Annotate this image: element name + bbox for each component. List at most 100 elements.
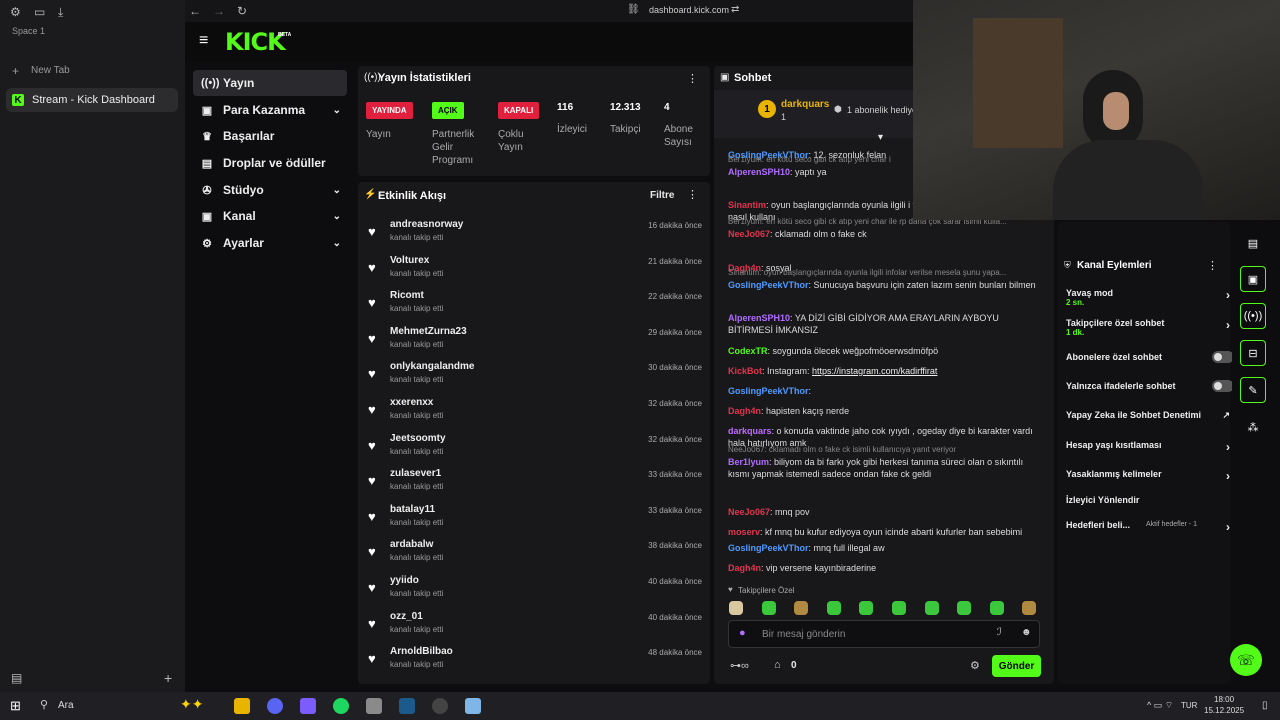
- feed-username[interactable]: Volturex: [390, 255, 429, 266]
- nav-item[interactable]: ▣ Para Kazanma ⌄: [193, 97, 347, 123]
- chat-username[interactable]: GoslingPeekVThor: [728, 386, 809, 396]
- emote-icon[interactable]: [957, 601, 972, 615]
- channel-action-item[interactable]: Yavaş mod 2 sn. ›: [1066, 288, 1230, 307]
- tray-icons[interactable]: ^ ▭ ⌔: [1147, 700, 1173, 711]
- feed-username[interactable]: Jeetsoomty: [390, 433, 446, 444]
- feed-rail-icon[interactable]: ⊟: [1240, 340, 1266, 366]
- reload-icon[interactable]: ↻: [237, 4, 247, 18]
- chat-username[interactable]: moserv: [728, 527, 760, 537]
- archive-icon[interactable]: ▤: [11, 671, 22, 685]
- feed-username[interactable]: Ricomt: [390, 290, 424, 301]
- taskbar-search[interactable]: Ara: [58, 700, 74, 711]
- channel-action-item[interactable]: Hesap yaşı kısıtlaması ›: [1066, 440, 1230, 454]
- channel-action-item[interactable]: Yasaklanmış kelimeler ›: [1066, 469, 1230, 483]
- spaces-icon[interactable]: ⚙: [10, 5, 21, 19]
- spotify-icon[interactable]: [333, 698, 349, 714]
- feed-username[interactable]: xxerenxx: [390, 397, 433, 408]
- feed-menu-icon[interactable]: ⋮: [687, 188, 698, 201]
- notepad-icon[interactable]: [465, 698, 481, 714]
- emote-icon[interactable]: [892, 601, 906, 615]
- feed-username[interactable]: batalay11: [390, 504, 435, 515]
- toggle-switch[interactable]: [1212, 380, 1234, 392]
- chevron-down-icon[interactable]: ⌄: [333, 105, 341, 116]
- chat-username[interactable]: darkquars: [728, 426, 772, 436]
- chat-username[interactable]: AlperenSPH10: [728, 167, 790, 177]
- menu-icon[interactable]: ≡: [199, 32, 208, 50]
- lang-indicator[interactable]: TUR: [1181, 701, 1197, 710]
- tab-stream-dashboard[interactable]: K Stream - Kick Dashboard: [6, 88, 178, 112]
- chat-link[interactable]: https://instagram.com/kadirffirat: [812, 366, 937, 376]
- notification-icon[interactable]: ▯: [1262, 700, 1268, 711]
- back-icon[interactable]: ←: [189, 4, 201, 18]
- broadcast-rail-icon[interactable]: ((•)): [1240, 303, 1266, 329]
- plus-icon[interactable]: +: [12, 64, 19, 78]
- chat-username[interactable]: GoslingPeekVThor: [728, 543, 809, 553]
- emote-icon[interactable]: [1022, 601, 1037, 615]
- emote-icon[interactable]: [826, 601, 841, 615]
- browser-icon[interactable]: [300, 698, 316, 714]
- feed-username[interactable]: ardabalw: [390, 539, 433, 550]
- connections-icon[interactable]: ⊶∞: [730, 659, 749, 672]
- kick-logo[interactable]: KICK: [225, 28, 286, 56]
- add-icon[interactable]: +: [164, 670, 172, 686]
- chat-username[interactable]: GoslingPeekVThor: [728, 280, 809, 290]
- chat-username[interactable]: CodexTR: [728, 346, 768, 356]
- nav-item[interactable]: ♛ Başarılar: [193, 123, 347, 149]
- feed-username[interactable]: zulasever1: [390, 468, 441, 479]
- emote-icon[interactable]: [761, 601, 776, 615]
- url-bar[interactable]: dashboard.kick.com: [649, 5, 729, 15]
- app-icon[interactable]: [366, 698, 382, 714]
- send-button[interactable]: Gönder: [992, 655, 1041, 677]
- emote-icon[interactable]: [729, 601, 743, 615]
- emote-icon[interactable]: [859, 601, 874, 615]
- forward-icon[interactable]: →: [213, 4, 225, 18]
- emote-icon[interactable]: [989, 601, 1004, 615]
- feed-username[interactable]: MehmetZurna23: [390, 326, 467, 337]
- actions-menu-icon[interactable]: ⋮: [1207, 259, 1218, 272]
- filter-button[interactable]: Filtre: [650, 190, 674, 201]
- chat-username[interactable]: NeeJo067: [728, 507, 770, 517]
- windows-start-icon[interactable]: ⊞: [10, 698, 21, 714]
- sidebar-toggle-icon[interactable]: ▭: [34, 5, 45, 19]
- file-explorer-icon[interactable]: [234, 698, 250, 714]
- chevron-down-icon[interactable]: ⌄: [333, 238, 341, 249]
- chat-username[interactable]: Dagh4n: [728, 406, 761, 416]
- emote-icon[interactable]: [924, 601, 939, 615]
- nav-item[interactable]: ▣ Kanal ⌄: [193, 203, 347, 229]
- feed-username[interactable]: andreasnorway: [390, 219, 463, 230]
- translate-icon[interactable]: ℐ: [997, 627, 1002, 638]
- stats-menu-icon[interactable]: ⋮: [687, 72, 698, 85]
- nav-item[interactable]: ✇ Stüdyo ⌄: [193, 177, 347, 203]
- nav-item[interactable]: ▤ Droplar ve ödüller: [193, 150, 347, 176]
- channel-action-item[interactable]: Hedefleri beli... Aktif hedefler - 1 ›: [1066, 520, 1230, 534]
- channel-action-item[interactable]: Yapay Zeka ile Sohbet Denetimi ↗: [1066, 410, 1230, 420]
- chat-username[interactable]: NeeJo067: [728, 229, 770, 239]
- emoji-icon[interactable]: ☻: [1021, 627, 1032, 638]
- settings-slider-icon[interactable]: ⇄: [731, 4, 739, 15]
- chat-rail-icon[interactable]: ▣: [1240, 266, 1266, 292]
- support-icon[interactable]: ☏: [1230, 644, 1262, 676]
- channel-action-item[interactable]: Yalnızca ifadelerle sohbet: [1066, 380, 1234, 392]
- feed-username[interactable]: ArnoldBilbao: [390, 646, 453, 657]
- channel-action-item[interactable]: Abonelere özel sohbet: [1066, 351, 1234, 363]
- feed-username[interactable]: onlykangalandme: [390, 361, 474, 372]
- download-icon[interactable]: ⤓: [58, 5, 63, 20]
- chevron-down-icon[interactable]: ⌄: [333, 211, 341, 222]
- chevron-down-icon[interactable]: ⌄: [333, 185, 341, 196]
- feed-username[interactable]: yyiido: [390, 575, 419, 586]
- steam-icon[interactable]: [399, 698, 415, 714]
- search-icon[interactable]: ⚲: [40, 698, 48, 711]
- expand-icon[interactable]: ▾: [878, 132, 883, 143]
- wrench-icon[interactable]: ✎: [1240, 377, 1266, 403]
- obs-icon[interactable]: [432, 698, 448, 714]
- chat-username[interactable]: KickBot: [728, 366, 762, 376]
- nav-item[interactable]: ((•)) Yayın: [193, 70, 347, 96]
- emote-icon[interactable]: [794, 601, 809, 615]
- channel-action-item[interactable]: İzleyici Yönlendir: [1066, 495, 1226, 505]
- toggle-switch[interactable]: [1212, 351, 1234, 363]
- add-widget-icon[interactable]: ⁂: [1240, 414, 1266, 440]
- chat-settings-icon[interactable]: ⚙: [970, 659, 980, 672]
- new-tab-button[interactable]: New Tab: [31, 65, 70, 76]
- chat-username[interactable]: Ber1lyum: [728, 457, 769, 467]
- chat-input[interactable]: ● Bir mesaj gönderin ℐ ☻: [728, 620, 1040, 648]
